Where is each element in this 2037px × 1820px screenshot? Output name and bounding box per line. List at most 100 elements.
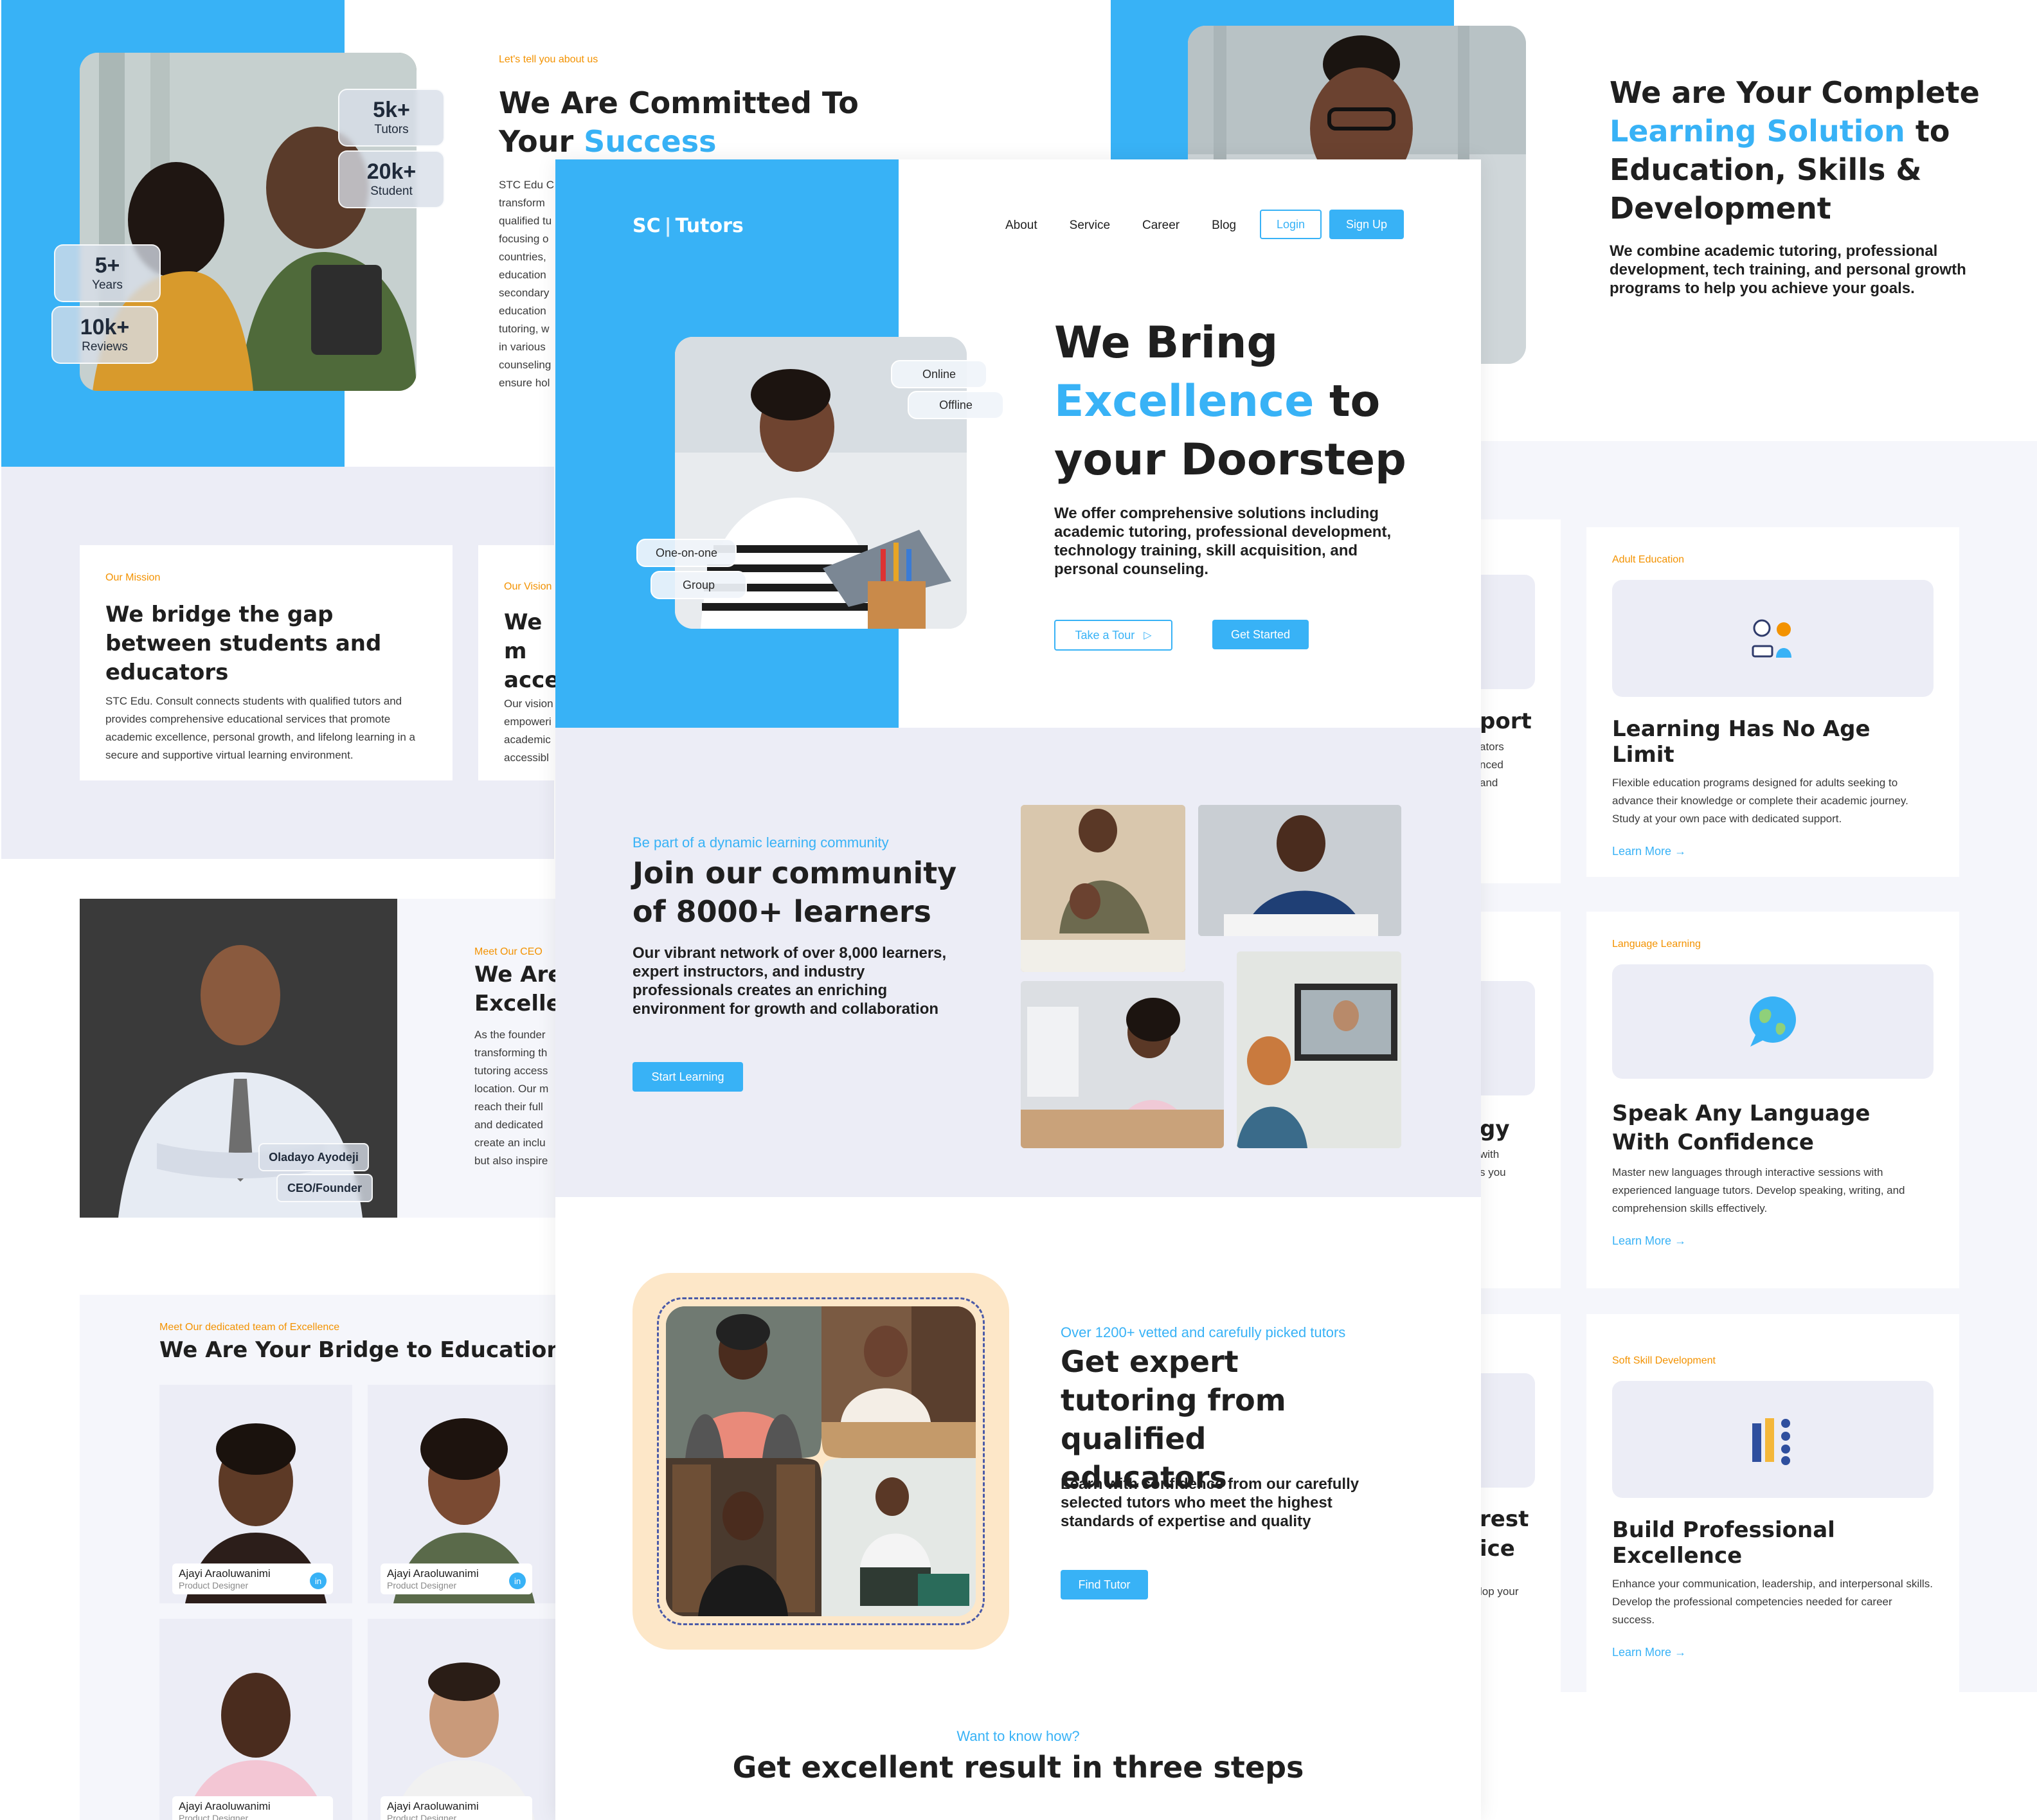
nav-link-service[interactable]: Service (1070, 219, 1110, 233)
stat-label: Years (92, 278, 123, 292)
mission-eyebrow: Our Mission (105, 572, 161, 583)
community-photo-2 (1198, 805, 1401, 936)
service-card-softskill[interactable]: Soft Skill Development Build Professiona… (1586, 1314, 1959, 1692)
chip-online: Online (891, 360, 987, 388)
hero-title-accent: Excellence (1054, 376, 1315, 427)
login-button[interactable]: Login (1260, 210, 1322, 239)
community-photo-1 (1021, 805, 1185, 972)
complete-title-plain: to (1905, 114, 1950, 149)
about-title-line: Your Success (499, 122, 859, 161)
stat-label: Tutors (374, 123, 409, 136)
ceo-body: As the founder transforming th tutoring … (474, 1026, 557, 1170)
logo[interactable]: SC | Tutors (633, 215, 744, 237)
team-member-name: Ajayi Araoluwanimi (179, 1567, 271, 1580)
team-eyebrow: Meet Our dedicated team of Excellence (159, 1322, 340, 1333)
hero-title-line: We Bring (1054, 318, 1279, 368)
team-member-name: Ajayi Araoluwanimi (179, 1800, 271, 1812)
linkedin-icon[interactable]: in (310, 1572, 327, 1589)
chip-offline: Offline (908, 391, 1004, 419)
service-title: Build Professional Excellence (1612, 1517, 1835, 1569)
about-text-line: focusing o (499, 233, 549, 245)
service-eyebrow: Language Learning (1612, 939, 1701, 950)
ceo-name-tag: Oladayo Ayodeji (258, 1143, 369, 1171)
service-partial-line: and (1480, 777, 1498, 789)
ceo-body-line: reach their full (474, 1101, 543, 1113)
team-card[interactable]: Ajayi Araoluwanimi Product Designer in (368, 1385, 558, 1603)
about-text-line: in various (499, 341, 546, 353)
service-title: Learning Has No Age Limit (1612, 716, 1871, 768)
service-partial-title: port (1480, 708, 1532, 734)
about-text-line: transform (499, 197, 545, 209)
service-partial-line: with (1480, 1148, 1500, 1160)
find-tutor-button[interactable]: Find Tutor (1061, 1570, 1148, 1599)
about-text: STC Edu C transform qualified tu focusin… (499, 176, 557, 392)
community-eyebrow: Be part of a dynamic learning community (633, 834, 889, 851)
mission-title: We bridge the gap between students and e… (105, 602, 382, 685)
learn-more-label: Learn More (1612, 845, 1672, 858)
learn-more-link[interactable]: Learn More → (1612, 1646, 1934, 1659)
nav-link-blog[interactable]: Blog (1212, 219, 1236, 233)
service-icon-box (1612, 1381, 1934, 1498)
stat-label: Student (370, 185, 413, 198)
ceo-body-line: but also inspire (474, 1155, 548, 1167)
service-body: Master new languages through interactive… (1612, 1166, 1905, 1214)
start-learning-button[interactable]: Start Learning (633, 1062, 743, 1092)
ceo-body-line: location. Our m (474, 1083, 549, 1095)
hero-title-plain: to (1314, 376, 1381, 427)
globe-chat-icon (1750, 996, 1796, 1047)
service-partial-line: ators (1480, 741, 1504, 753)
logo-divider: | (664, 215, 672, 237)
service-partial-line: nced (1480, 759, 1503, 771)
stat-value: 5k+ (373, 98, 410, 122)
about-title-line: We Are Committed To (499, 86, 859, 120)
tutor-photo-4 (821, 1458, 976, 1616)
community-photo-3 (1021, 981, 1224, 1148)
about-text-line: education (499, 305, 546, 317)
team-name-tag: Ajayi Araoluwanimi Product Designer (381, 1796, 532, 1820)
team-title: We Are Your Bridge to Educational Ex (159, 1337, 558, 1363)
service-partial-icon-box (1480, 981, 1535, 1095)
team-card[interactable]: Ajayi Araoluwanimi Product Designer (159, 1619, 352, 1820)
take-tour-button[interactable]: Take a Tour ▷ (1054, 620, 1172, 651)
community-title: Join our community of 8000+ learners (633, 856, 957, 929)
learn-more-link[interactable]: Learn More → (1612, 1234, 1934, 1248)
service-title: Speak Any Language With Confidence (1612, 1101, 1871, 1155)
learn-more-label: Learn More (1612, 1646, 1672, 1659)
nav-link-career[interactable]: Career (1142, 219, 1180, 233)
get-started-button[interactable]: Get Started (1212, 620, 1309, 649)
stat-label: Reviews (82, 340, 128, 354)
service-card-language[interactable]: Language Learning Speak Any Language Wit… (1586, 912, 1959, 1288)
vision-body-line: Our vision (504, 698, 553, 710)
linkedin-icon[interactable]: in (509, 1572, 526, 1589)
service-partial-title: gy (1480, 1116, 1510, 1142)
ceo-title-line: Exceller (474, 991, 557, 1016)
complete-title-line: Development (1610, 191, 1831, 226)
team-member-role: Product Designer (179, 1813, 249, 1820)
about-text-line: secondary (499, 287, 550, 299)
navbar: SC | Tutors About Service Career Blog Lo… (633, 210, 1404, 242)
about-title: We Are Committed To Your Success (499, 84, 859, 161)
about-text-line: ensure hol (499, 377, 550, 389)
vision-card: Our Vision We m acces Our vision empower… (478, 545, 555, 780)
mission-card: Our Mission We bridge the gap between st… (80, 545, 453, 780)
tutor-photo-2 (821, 1306, 976, 1458)
service-card-adult[interactable]: Adult Education Learning Has No Age Limi… (1586, 527, 1959, 877)
tutor-photo-3 (666, 1458, 821, 1616)
learn-more-link[interactable]: Learn More → (1612, 845, 1934, 858)
team-card[interactable]: Ajayi Araoluwanimi Product Designer in (159, 1385, 352, 1603)
complete-title-line: Education, Skills & (1610, 152, 1922, 187)
about-eyebrow: Let's tell you about us (499, 54, 598, 65)
tutors-eyebrow: Over 1200+ vetted and carefully picked t… (1061, 1324, 1346, 1340)
service-eyebrow: Adult Education (1612, 554, 1685, 565)
team-name-tag: Ajayi Araoluwanimi Product Designer in (172, 1563, 333, 1594)
stat-students: 20k+ Student (338, 150, 445, 208)
about-title-plain: Your (499, 124, 584, 159)
service-partial-body: lop your (1480, 1585, 1519, 1598)
chip-one-on-one: One-on-one (636, 539, 737, 567)
team-card[interactable]: Ajayi Araoluwanimi Product Designer (368, 1619, 558, 1820)
nav-link-about[interactable]: About (1005, 219, 1037, 233)
main-page: SC | Tutors About Service Career Blog Lo… (555, 159, 1481, 1820)
signup-button[interactable]: Sign Up (1329, 210, 1404, 239)
vision-body-line: accessibl (504, 752, 549, 764)
team-portrait (393, 1662, 535, 1820)
